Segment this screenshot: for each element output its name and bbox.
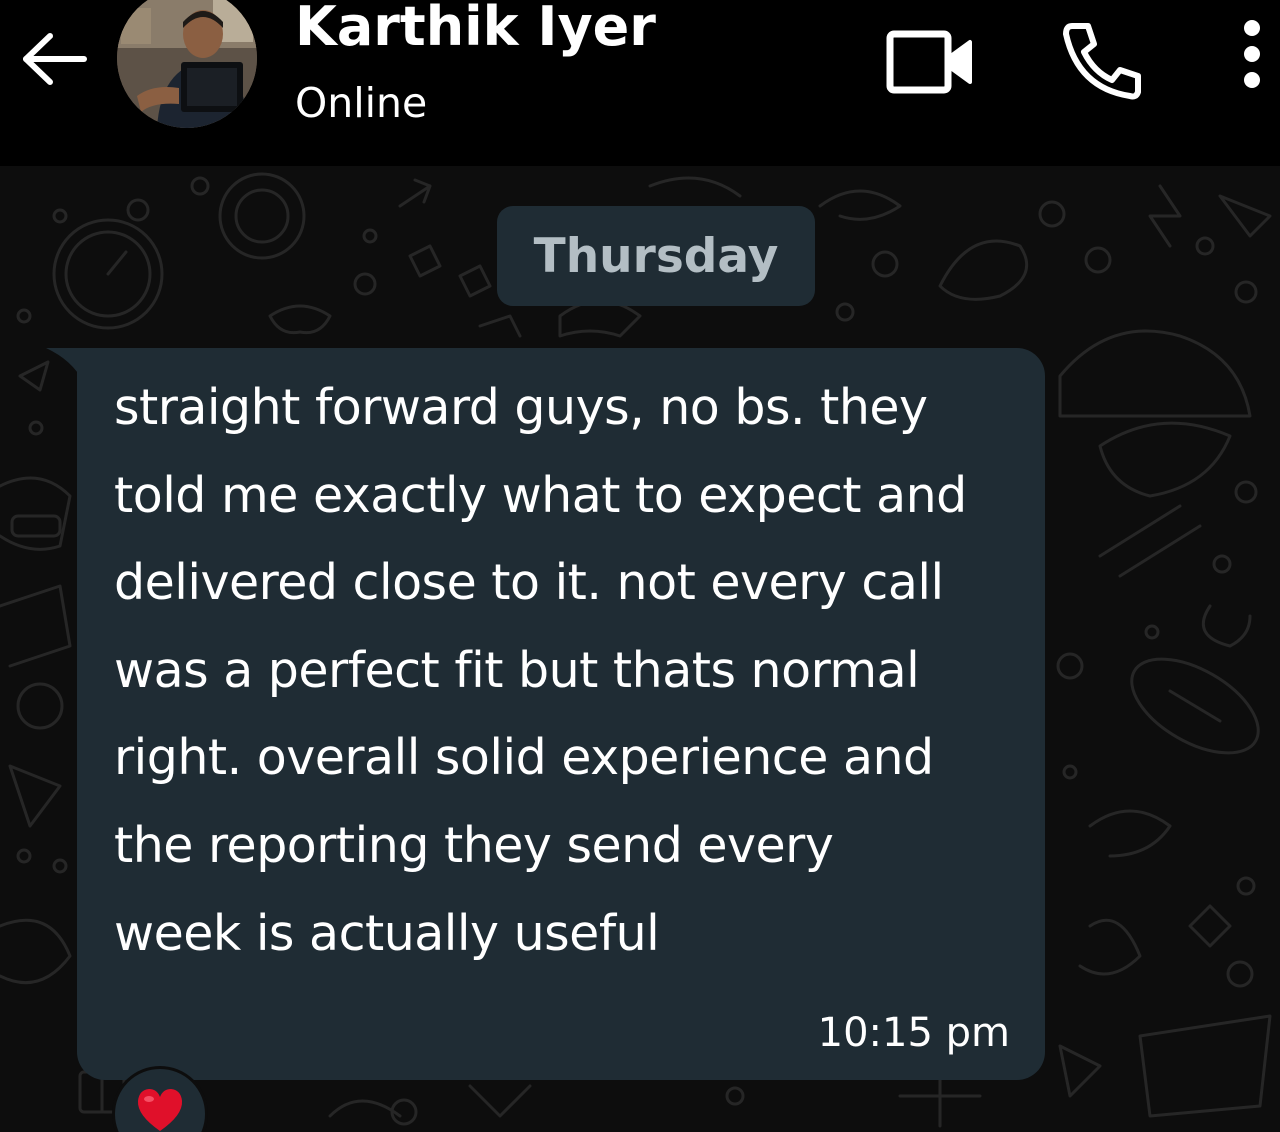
back-button[interactable]	[18, 26, 92, 92]
message-text: straight forward guys, no bs. they told …	[114, 364, 1034, 977]
more-vert-icon	[1244, 20, 1260, 88]
video-call-button[interactable]	[880, 22, 980, 102]
date-label: Thursday	[533, 228, 779, 284]
more-options-button[interactable]	[1228, 14, 1276, 98]
avatar[interactable]	[117, 0, 257, 128]
video-call-icon	[886, 30, 972, 94]
arrow-left-icon	[23, 33, 87, 85]
chat-area[interactable]: Thursday straight forward guys, no bs. t…	[0, 166, 1280, 1132]
avatar-photo	[117, 0, 257, 128]
contact-status: Online	[295, 79, 428, 127]
message-line: the reporting they send every	[114, 816, 834, 874]
chat-screen: Karthik Iyer Online Thursday straight fo…	[0, 0, 1280, 1132]
date-separator: Thursday	[497, 206, 815, 306]
message-line: told me exactly what to expect and	[114, 466, 967, 524]
voice-call-button[interactable]	[1058, 18, 1148, 102]
contact-name[interactable]: Karthik Iyer	[295, 0, 656, 60]
message-line: right. overall solid experience and	[114, 729, 934, 787]
phone-icon	[1063, 23, 1141, 100]
message-timestamp: 10:15 pm	[817, 1010, 1010, 1056]
message-line: delivered close to it. not every call	[114, 554, 944, 612]
chat-header: Karthik Iyer Online	[0, 0, 1280, 166]
message-line: week is actually useful	[114, 904, 660, 962]
message-line: straight forward guys, no bs. they	[114, 379, 928, 436]
heart-emoji-icon	[137, 1089, 183, 1131]
message-line: was a perfect fit but thats normal	[114, 641, 920, 699]
